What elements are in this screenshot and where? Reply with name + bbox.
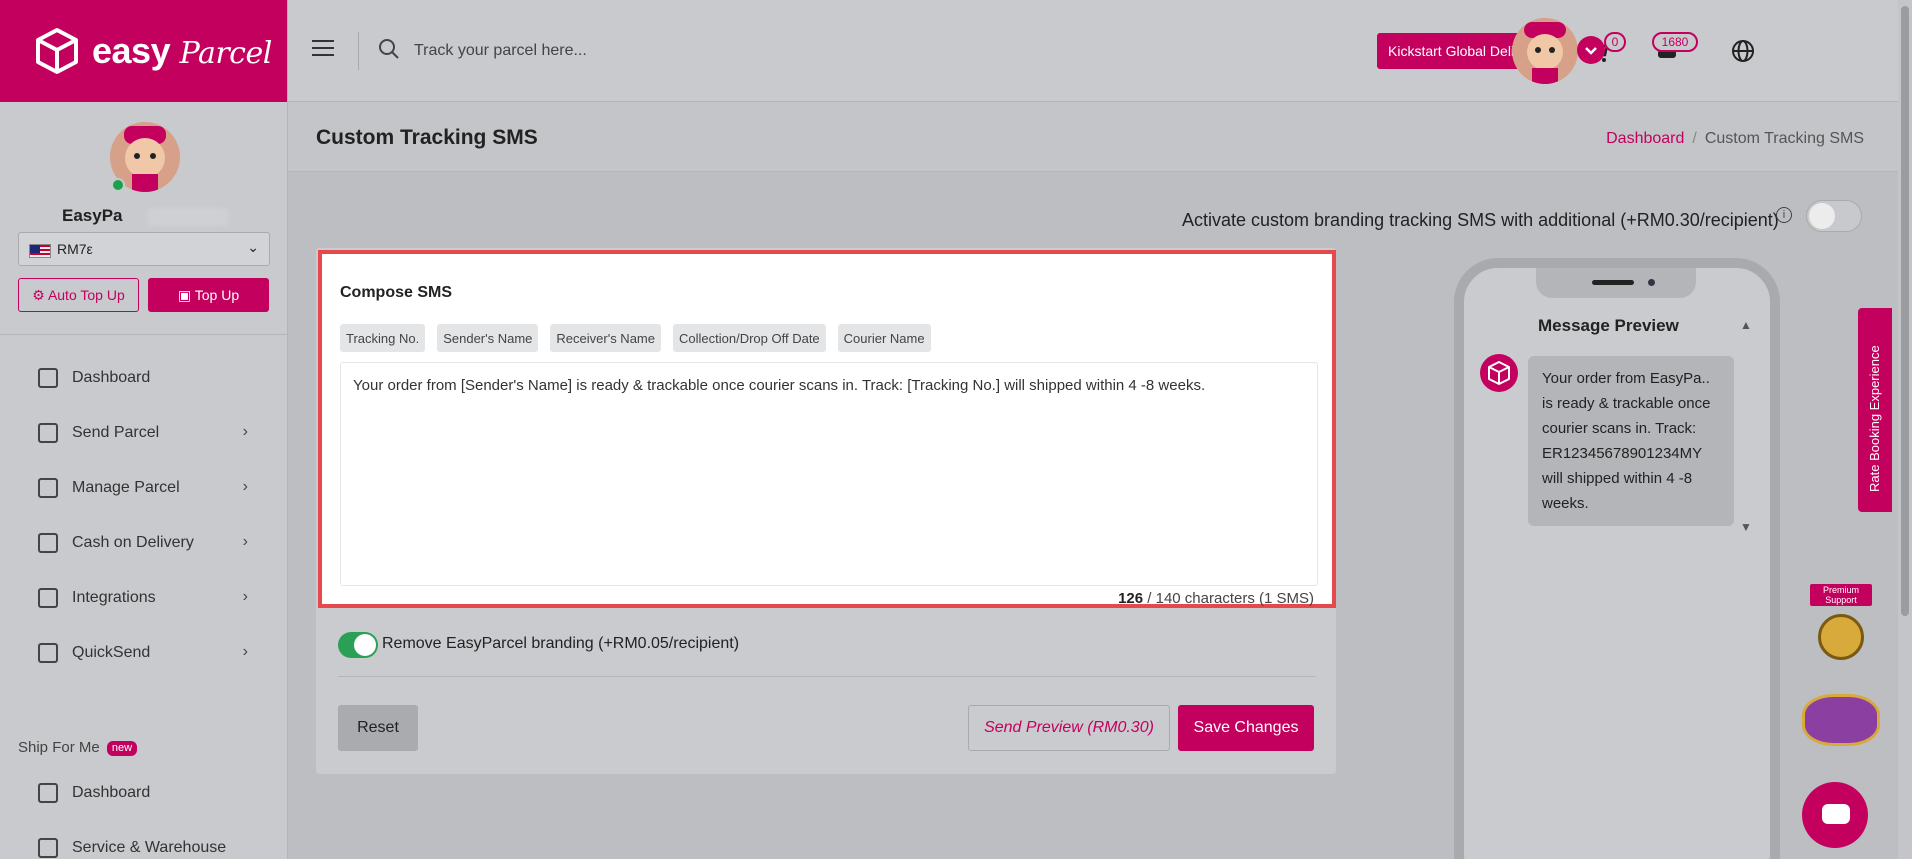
chip-collection-date[interactable]: Collection/Drop Off Date: [673, 324, 826, 352]
sidebar-item-dashboard[interactable]: Dashboard: [0, 355, 288, 401]
send-preview-button[interactable]: Send Preview (RM0.30): [968, 705, 1170, 751]
sidebar-item-sfm-dashboard[interactable]: Dashboard: [0, 770, 288, 816]
breadcrumb: Dashboard / Custom Tracking SMS: [1606, 130, 1864, 147]
cube-logo-icon: [36, 28, 78, 74]
sidebar-item-quicksend[interactable]: QuickSend ›: [0, 630, 288, 676]
truck-icon: [38, 423, 58, 443]
topbar: Kickstart Global Delivery 0 1680: [288, 0, 1912, 102]
sms-message-textarea[interactable]: Your order from [Sender's Name] is ready…: [340, 362, 1318, 586]
card-divider: [338, 676, 1316, 677]
auto-top-up-button[interactable]: ⚙ Auto Top Up: [18, 278, 139, 312]
chevron-right-icon: ›: [242, 643, 248, 660]
redacted-name: [148, 208, 228, 226]
whatsapp-vip-icon[interactable]: [1818, 614, 1864, 660]
chip-courier-name[interactable]: Courier Name: [837, 324, 931, 352]
scroll-down-icon[interactable]: ▼: [1740, 520, 1752, 534]
track-parcel-input[interactable]: [414, 36, 814, 66]
ship-for-me-heading: Ship For Me new: [18, 739, 138, 756]
malaysia-flag-icon: [29, 244, 51, 258]
phone-mockup: [1454, 258, 1780, 859]
user-avatar[interactable]: [1512, 18, 1578, 84]
search-icon: [379, 39, 399, 59]
activate-branding-label: Activate custom branding tracking SMS wi…: [1182, 210, 1779, 230]
chevron-right-icon: ›: [242, 478, 248, 495]
logo-text: easy Parcel: [92, 30, 272, 71]
chevron-right-icon: ›: [242, 423, 248, 440]
placeholder-chips: Tracking No. Sender's Name Receiver's Na…: [340, 324, 931, 352]
wallet-balance: RM7ε: [57, 241, 93, 257]
cart-plus-icon: [38, 643, 58, 663]
message-preview-bubble: Your order from EasyPa.. is ready & trac…: [1528, 356, 1734, 526]
wallet-icon: ▣: [177, 286, 195, 303]
compose-title: Compose SMS: [340, 284, 453, 301]
chat-icon[interactable]: [1802, 782, 1868, 848]
cart-count-badge: 0: [1604, 32, 1626, 52]
reset-button[interactable]: Reset: [338, 705, 418, 751]
page-scrollbar[interactable]: [1898, 0, 1912, 859]
cash-icon: [38, 533, 58, 553]
save-changes-button[interactable]: Save Changes: [1178, 705, 1314, 751]
page-title: Custom Tracking SMS: [316, 126, 538, 149]
sidebar-item-manage-parcel[interactable]: Manage Parcel ›: [0, 465, 288, 511]
breadcrumb-current: Custom Tracking SMS: [1704, 130, 1864, 147]
sidebar-item-cash-on-delivery[interactable]: Cash on Delivery ›: [0, 520, 288, 566]
mystery-box-icon[interactable]: [1802, 694, 1880, 746]
breadcrumb-dashboard[interactable]: Dashboard: [1606, 130, 1684, 147]
sidebar-item-send-parcel[interactable]: Send Parcel ›: [0, 410, 288, 456]
chip-receivers-name[interactable]: Receiver's Name: [550, 324, 661, 352]
link-icon: [38, 588, 58, 608]
sidebar-divider: [0, 334, 288, 335]
online-status-dot: [111, 178, 125, 192]
new-badge: new: [106, 740, 138, 756]
menu-icon[interactable]: [312, 40, 334, 58]
chip-senders-name[interactable]: Sender's Name: [437, 324, 539, 352]
remove-branding-toggle[interactable]: [338, 632, 378, 658]
premium-support-label: Premium Support: [1810, 584, 1872, 606]
account-menu-chevron-icon[interactable]: [1577, 36, 1605, 64]
sidebar-item-service-warehouse[interactable]: Service & Warehouse: [0, 825, 288, 859]
globe-icon[interactable]: [1730, 38, 1756, 64]
compose-sms-panel: Compose SMS Tracking No. Sender's Name R…: [318, 250, 1336, 608]
remove-branding-label: Remove EasyParcel branding (+RM0.05/reci…: [382, 635, 740, 652]
info-icon[interactable]: i: [1776, 207, 1792, 223]
chevron-right-icon: ›: [242, 533, 248, 550]
sidebar-item-integrations[interactable]: Integrations ›: [0, 575, 288, 621]
page-header: Custom Tracking SMS Dashboard / Custom Tra…: [288, 102, 1912, 172]
wallet-selector[interactable]: RM7ε ⌄: [18, 232, 270, 266]
message-preview-title: Message Preview: [1538, 316, 1679, 335]
boxes-icon: [38, 478, 58, 498]
rate-booking-experience-tab[interactable]: Rate Booking Experience: [1858, 308, 1892, 512]
chevron-right-icon: ›: [242, 588, 248, 605]
top-up-button[interactable]: ▣ Top Up: [148, 278, 269, 312]
logo[interactable]: easy Parcel: [0, 0, 287, 102]
activate-branding-toggle[interactable]: [1806, 200, 1862, 232]
user-name: EasyPa: [62, 206, 123, 225]
character-counter: 126 / 140 characters (1 SMS): [1118, 590, 1314, 607]
dashboard-icon: [38, 368, 58, 388]
gear-icon: ⚙: [32, 286, 48, 303]
sender-avatar-icon: [1480, 354, 1518, 392]
scroll-up-icon[interactable]: ▲: [1740, 318, 1752, 332]
bank-icon: [38, 838, 58, 858]
chip-tracking-no[interactable]: Tracking No.: [340, 324, 426, 352]
dashboard-icon: [38, 783, 58, 803]
chevron-down-icon: ⌄: [247, 239, 259, 255]
coin-count-badge: 1680: [1652, 32, 1698, 52]
